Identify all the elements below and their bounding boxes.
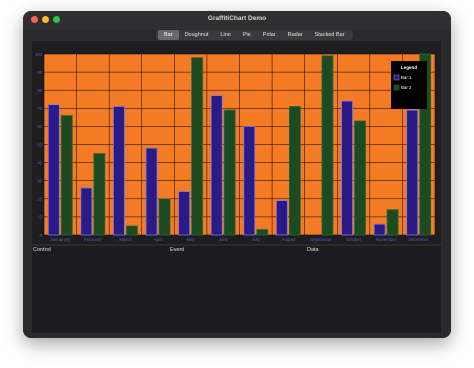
x-tick-label: June: [218, 237, 228, 242]
bar-1[interactable]: [275, 200, 288, 236]
bar-2[interactable]: [288, 106, 301, 236]
tab-doughnut[interactable]: Doughnut: [179, 30, 215, 40]
y-tick-label: 10: [37, 215, 42, 220]
y-tick-label: 90: [37, 70, 42, 75]
x-tick-label: Januaryyy: [50, 237, 71, 242]
bar-1[interactable]: [243, 126, 256, 236]
app-window: GraffitiChart Demo Bar Doughnut Line Pie…: [23, 11, 451, 338]
bar-2[interactable]: [93, 153, 106, 236]
bar-1[interactable]: [210, 95, 223, 236]
bar-2[interactable]: [158, 198, 171, 236]
legend-label: Bar 1: [401, 75, 412, 80]
tab-radar[interactable]: Radar: [282, 30, 309, 40]
tab-pie[interactable]: Pie: [237, 30, 257, 40]
bar-1[interactable]: [145, 147, 158, 236]
x-tick-label: December: [409, 237, 430, 242]
x-tick-label: November: [376, 237, 397, 242]
column-header-data: Data: [307, 247, 319, 253]
legend-swatch: [393, 74, 400, 81]
column-header-event: Event: [170, 247, 185, 253]
bar-2[interactable]: [386, 209, 399, 236]
y-tick-label: 40: [37, 160, 42, 165]
bar-chart: 0 10 20 30 40 50 60 70 80 90 100 Januaryyy February M…: [35, 52, 436, 242]
legend-swatch: [393, 84, 400, 91]
bar-2[interactable]: [191, 57, 204, 236]
bar-2[interactable]: [60, 115, 73, 236]
title-bar: GraffitiChart Demo: [23, 11, 451, 29]
x-tick-label: August: [282, 237, 296, 242]
bar-2[interactable]: [256, 229, 269, 236]
x-tick-label: October: [346, 237, 362, 242]
x-tick-label: April: [154, 237, 163, 242]
x-tick-label: March: [119, 237, 132, 242]
bar-1[interactable]: [406, 109, 419, 236]
tab-polar[interactable]: Polar: [257, 30, 282, 40]
y-tick-label: 0: [40, 233, 43, 238]
y-tick-label: 60: [37, 124, 42, 129]
bar-2[interactable]: [354, 120, 366, 236]
tab-line[interactable]: Line: [214, 30, 236, 40]
bar-2[interactable]: [223, 109, 236, 236]
bar-2[interactable]: [126, 225, 138, 236]
y-tick-label: 30: [37, 179, 42, 184]
y-tick-label: 100: [35, 52, 43, 57]
tab-bar[interactable]: Bar: [158, 30, 179, 40]
chart-panel: 0 10 20 30 40 50 60 70 80 90 100 Januaryyy February M…: [32, 41, 441, 244]
data-column: [307, 255, 437, 331]
bar-1[interactable]: [47, 104, 60, 236]
bar-1[interactable]: [80, 187, 93, 236]
window-title: GraffitiChart Demo: [207, 15, 267, 22]
x-tick-label: February: [84, 237, 102, 242]
column-header-control: Control: [33, 247, 51, 253]
chart-type-tabs: Bar Doughnut Line Pie Polar Radar Stacke…: [156, 30, 353, 40]
legend-label: Bar 2: [401, 85, 412, 90]
bar-1[interactable]: [373, 223, 386, 236]
legend-title: Legend: [401, 65, 418, 70]
event-column: [170, 255, 300, 331]
y-tick-label: 50: [37, 142, 42, 147]
bar-1[interactable]: [178, 191, 191, 236]
bar-1[interactable]: [341, 100, 353, 236]
event-log-panel: Control Event Data: [32, 246, 441, 333]
y-tick-label: 80: [37, 88, 42, 93]
y-tick-label: 20: [37, 197, 42, 202]
y-tick-label: 70: [37, 106, 42, 111]
bar-1[interactable]: [113, 106, 125, 236]
x-tick-label: July: [252, 237, 261, 242]
x-tick-label: May: [186, 237, 195, 242]
tab-stacked-bar[interactable]: Stacked Bar: [309, 30, 351, 40]
bar-2[interactable]: [321, 55, 334, 236]
control-column: [33, 255, 163, 331]
x-tick-label: September: [310, 237, 332, 242]
